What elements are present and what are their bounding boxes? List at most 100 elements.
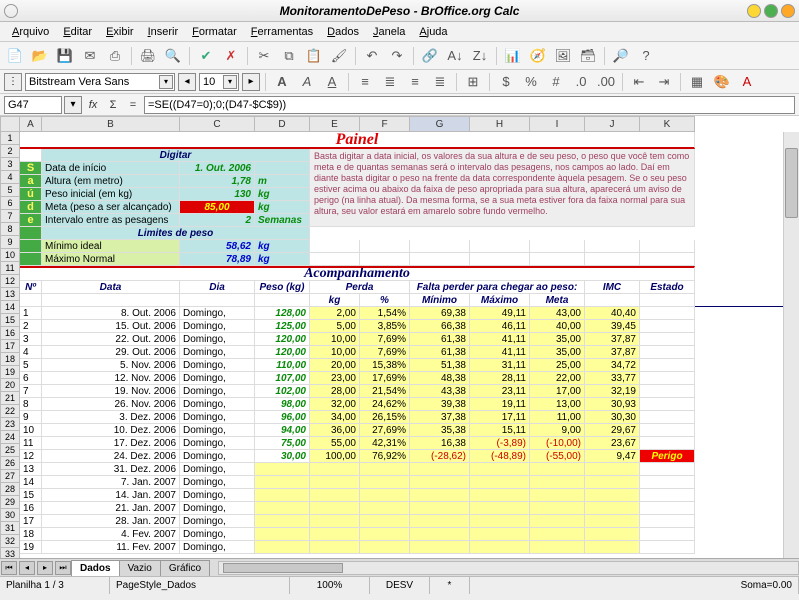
row-header-27[interactable]: 27 — [0, 470, 20, 483]
navigator-button[interactable]: 🧭 — [527, 45, 549, 67]
acomp-title[interactable]: Acompanhamento — [20, 266, 695, 281]
input-value[interactable]: 1. Out. 2006 — [180, 162, 255, 175]
row-header-31[interactable]: 31 — [0, 522, 20, 535]
row-peso[interactable] — [255, 463, 310, 476]
digitar-header[interactable]: Digitar — [42, 149, 310, 162]
row-meta[interactable]: 43,00 — [530, 307, 585, 320]
row-date[interactable]: 24. Dez. 2006 — [42, 450, 180, 463]
indent-inc-button[interactable]: ⇥ — [653, 71, 675, 93]
row-header-2[interactable]: 2 — [0, 145, 20, 158]
row-meta[interactable]: 11,00 — [530, 411, 585, 424]
row-max[interactable] — [470, 502, 530, 515]
cell[interactable] — [410, 240, 470, 253]
row-kg[interactable] — [310, 541, 360, 554]
row-date[interactable]: 4. Fev. 2007 — [42, 528, 180, 541]
input-label[interactable]: Data de início — [42, 162, 180, 175]
row-max[interactable]: 17,11 — [470, 411, 530, 424]
row-day[interactable]: Domingo, — [180, 411, 255, 424]
zoom-button[interactable]: 🔎 — [610, 45, 632, 67]
row-meta[interactable]: 40,00 — [530, 320, 585, 333]
col-header-E[interactable]: E — [310, 116, 360, 132]
row-day[interactable]: Domingo, — [180, 359, 255, 372]
row-header-10[interactable]: 10 — [0, 249, 20, 262]
bold-button[interactable]: A — [271, 71, 293, 93]
row-estado[interactable] — [640, 385, 695, 398]
row-kg[interactable] — [310, 515, 360, 528]
row-header-18[interactable]: 18 — [0, 353, 20, 366]
equals-button[interactable]: = — [124, 96, 142, 114]
row-max[interactable]: 41,11 — [470, 346, 530, 359]
row-imc[interactable]: 30,30 — [585, 411, 640, 424]
row-date[interactable]: 31. Dez. 2006 — [42, 463, 180, 476]
fx-wizard-button[interactable]: fx — [84, 96, 102, 114]
row-header-5[interactable]: 5 — [0, 184, 20, 197]
row-date[interactable]: 5. Nov. 2006 — [42, 359, 180, 372]
unit[interactable]: kg — [255, 253, 310, 266]
row-kg[interactable] — [310, 489, 360, 502]
italic-button[interactable]: A — [296, 71, 318, 93]
input-value[interactable]: 1,78 — [180, 175, 255, 188]
row-date[interactable]: 11. Fev. 2007 — [42, 541, 180, 554]
row-kg[interactable]: 2,00 — [310, 307, 360, 320]
row-max[interactable]: 23,11 — [470, 385, 530, 398]
row-date[interactable]: 14. Jan. 2007 — [42, 489, 180, 502]
copy-button[interactable]: ⧉ — [278, 45, 300, 67]
row-date[interactable]: 3. Dez. 2006 — [42, 411, 180, 424]
formatpaint-button[interactable]: 🖌 — [328, 45, 350, 67]
cell[interactable] — [530, 253, 585, 266]
pdf-button[interactable]: ⎙ — [104, 45, 126, 67]
menu-exibir[interactable]: Exibir — [100, 24, 140, 40]
row-header-20[interactable]: 20 — [0, 379, 20, 392]
hdr-peso[interactable]: Peso (kg) — [255, 281, 310, 294]
row-date[interactable]: 15. Out. 2006 — [42, 320, 180, 333]
cell[interactable] — [640, 253, 695, 266]
row-day[interactable]: Domingo, — [180, 502, 255, 515]
row-header-24[interactable]: 24 — [0, 431, 20, 444]
row-pct[interactable] — [360, 502, 410, 515]
row-header-8[interactable]: 8 — [0, 223, 20, 236]
menu-ajuda[interactable]: Ajuda — [413, 24, 453, 40]
row-header-13[interactable]: 13 — [0, 288, 20, 301]
row-meta[interactable]: 9,00 — [530, 424, 585, 437]
row-imc[interactable]: 33,77 — [585, 372, 640, 385]
sort-desc-button[interactable]: Z↓ — [469, 45, 491, 67]
row-pct[interactable] — [360, 528, 410, 541]
row-pct[interactable]: 7,69% — [360, 346, 410, 359]
cell[interactable] — [585, 253, 640, 266]
row-imc[interactable]: 29,67 — [585, 424, 640, 437]
cell[interactable] — [640, 240, 695, 253]
row-meta[interactable]: 17,00 — [530, 385, 585, 398]
percent-button[interactable]: % — [520, 71, 542, 93]
cell[interactable] — [20, 253, 42, 266]
hdr-estado[interactable]: Estado — [640, 281, 695, 294]
col-header-I[interactable]: I — [530, 116, 585, 132]
row-peso[interactable]: 120,00 — [255, 333, 310, 346]
cell[interactable] — [360, 240, 410, 253]
cell[interactable] — [255, 294, 310, 307]
formula-input[interactable]: =SE((D47=0);0;(D47-$C$9)) — [144, 96, 795, 114]
saude-letter[interactable]: ú — [20, 188, 42, 201]
row-day[interactable]: Domingo, — [180, 385, 255, 398]
row-max[interactable]: 15,11 — [470, 424, 530, 437]
row-min[interactable] — [410, 502, 470, 515]
row-header-9[interactable]: 9 — [0, 236, 20, 249]
row-min[interactable]: 66,38 — [410, 320, 470, 333]
limites-header[interactable]: Limites de peso — [42, 227, 310, 240]
row-header-28[interactable]: 28 — [0, 483, 20, 496]
row-meta[interactable] — [530, 515, 585, 528]
row-peso[interactable]: 94,00 — [255, 424, 310, 437]
row-header-29[interactable]: 29 — [0, 496, 20, 509]
hdr-imc[interactable]: IMC — [585, 281, 640, 294]
row-estado[interactable] — [640, 398, 695, 411]
styles-button[interactable]: ⋮ — [4, 73, 22, 91]
namebox-drop[interactable]: ▾ — [64, 96, 82, 114]
limit-label[interactable]: Mínimo ideal — [42, 240, 180, 253]
number-button[interactable]: # — [545, 71, 567, 93]
col-header-F[interactable]: F — [360, 116, 410, 132]
row-meta[interactable]: 22,00 — [530, 372, 585, 385]
row-estado[interactable] — [640, 541, 695, 554]
row-imc[interactable]: 23,67 — [585, 437, 640, 450]
input-label[interactable]: Altura (em metro) — [42, 175, 180, 188]
scroll-thumb[interactable] — [785, 148, 798, 218]
row-kg[interactable]: 23,00 — [310, 372, 360, 385]
